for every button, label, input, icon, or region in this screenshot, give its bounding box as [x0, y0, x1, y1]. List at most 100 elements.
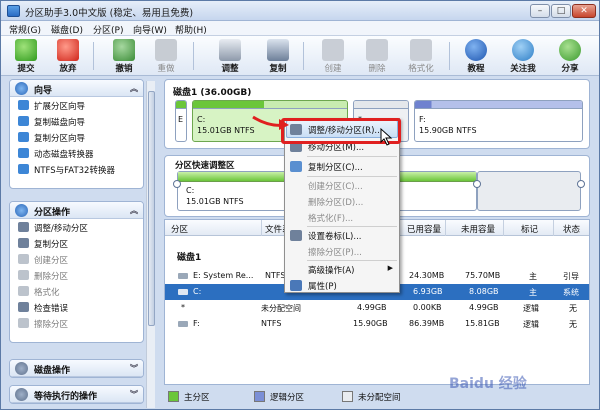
copy-disk-icon [267, 39, 289, 61]
column-divider[interactable] [553, 220, 554, 236]
pending-ops-header[interactable]: 等待执行的操作 ︾ [10, 386, 143, 403]
usage-bar [193, 101, 347, 109]
sidebar-item-ntfs-fat32[interactable]: NTFS与FAT32转换器 [10, 161, 143, 177]
expand-icon[interactable]: ︾ [130, 363, 138, 374]
wizard-item-icon [18, 132, 29, 142]
legend-swatch [168, 391, 179, 402]
label-icon [290, 230, 302, 241]
partition-block-f[interactable]: F: 15.90GB NTFS [414, 100, 583, 142]
menu-item-advanced[interactable]: 高级操作(A) ▶ [285, 261, 399, 278]
partition-ops-header[interactable]: 分区操作 ︽ [10, 202, 143, 219]
wizard-item-icon [18, 116, 29, 126]
copy-button[interactable]: 复制 [259, 38, 297, 74]
partition-block-e[interactable]: E [175, 100, 187, 142]
sidebar-item-copy-partition[interactable]: 复制分区 [10, 235, 143, 251]
check-disk-icon [18, 302, 29, 312]
column-header-flag[interactable]: 标记 [521, 223, 538, 235]
column-header-used[interactable]: 已用容量 [407, 223, 441, 235]
menu-item-copy-partition[interactable]: 复制分区(C)... [285, 158, 399, 175]
column-header-partition[interactable]: 分区 [171, 223, 188, 235]
right-drag-handle[interactable] [473, 180, 481, 188]
wipe-icon [18, 318, 29, 328]
menu-wizard[interactable]: 向导(W) [133, 23, 167, 36]
menu-item-format[interactable]: 格式化(F)... [285, 209, 399, 226]
close-button[interactable]: ✕ [572, 4, 596, 18]
follow-button[interactable]: 关注我 [504, 38, 542, 74]
format-button[interactable]: 格式化 [402, 38, 440, 74]
table-row[interactable]: * 未分配空间 4.99GB 0.00KB 4.99GB 逻辑无 [165, 300, 589, 316]
undo-button[interactable]: 撤销 [105, 38, 143, 74]
wizard-icon [15, 82, 28, 95]
partition-ops-icon [15, 204, 28, 217]
left-drag-handle[interactable] [173, 180, 181, 188]
sidebar-item-format[interactable]: 格式化 [10, 283, 143, 299]
menu-disk[interactable]: 磁盘(D) [51, 23, 83, 36]
menu-help[interactable]: 帮助(H) [175, 23, 207, 36]
sidebar-item-extend-wizard[interactable]: 扩展分区向导 [10, 97, 143, 113]
app-window: 分区助手3.0中文版 (稳定、易用且免费) – □ ✕ 常规(G) 磁盘(D) … [0, 0, 600, 410]
sidebar-item-dynamic-disk[interactable]: 动态磁盘转换器 [10, 145, 143, 161]
column-header-free[interactable]: 未用容量 [461, 223, 495, 235]
sidebar-scrollbar[interactable] [146, 81, 155, 408]
menu-item-create-partition[interactable]: 创建分区(C)... [285, 177, 399, 194]
toolbar-separator [93, 42, 94, 70]
pending-ops-icon [15, 388, 28, 401]
resize-icon [219, 39, 241, 61]
submit-button[interactable]: 提交 [7, 38, 45, 74]
column-header-status[interactable]: 状态 [563, 223, 580, 235]
create-icon [322, 39, 344, 61]
table-row[interactable]: F: NTFS 15.90GB 86.39MB 15.81GB 逻辑无 [165, 316, 589, 332]
share-icon [559, 39, 581, 61]
disk-ops-header[interactable]: 磁盘操作 ︾ [10, 360, 143, 377]
menu-partition[interactable]: 分区(P) [93, 23, 123, 36]
collapse-icon[interactable]: ︽ [130, 205, 138, 216]
legend-unallocated: 未分配空间 [342, 391, 401, 403]
drive-icon [178, 289, 188, 295]
resize-button[interactable]: 调整 [211, 38, 249, 74]
collapse-icon[interactable]: ︽ [130, 83, 138, 94]
menu-item-delete-partition[interactable]: 删除分区(D)... [285, 193, 399, 210]
delete-button[interactable]: 删除 [358, 38, 396, 74]
menu-item-set-label[interactable]: 设置卷标(L)... [285, 227, 399, 244]
sidebar-item-check-errors[interactable]: 检查错误 [10, 299, 143, 315]
drive-icon [178, 321, 188, 327]
scrollbar-thumb[interactable] [148, 91, 155, 326]
column-divider[interactable] [445, 220, 446, 236]
copy-icon [18, 238, 29, 248]
app-icon [7, 5, 20, 17]
expand-icon[interactable]: ︾ [130, 389, 138, 400]
wizard-panel-header[interactable]: 向导 ︽ [10, 80, 143, 97]
share-button[interactable]: 分享 [551, 38, 589, 74]
column-divider[interactable] [261, 220, 262, 236]
menu-item-wipe-partition[interactable]: 擦除分区(P)... [285, 243, 399, 260]
redo-button[interactable]: 重做 [147, 38, 185, 74]
maximize-button[interactable]: □ [551, 4, 571, 18]
end-drag-handle[interactable] [577, 180, 585, 188]
sidebar-item-copy-partition-wizard[interactable]: 复制分区向导 [10, 129, 143, 145]
annotation-arrow-icon [252, 115, 289, 130]
follow-icon [512, 39, 534, 61]
discard-button[interactable]: 放弃 [49, 38, 87, 74]
create-icon [18, 254, 29, 264]
resize-icon [18, 222, 29, 232]
tutorial-button[interactable]: 教程 [457, 38, 495, 74]
toolbar-separator [303, 42, 304, 70]
legend-swatch [342, 391, 353, 402]
legend-primary: 主分区 [168, 391, 210, 403]
disk-group-label: 磁盘1 [177, 253, 202, 263]
sidebar-item-copy-disk-wizard[interactable]: 复制磁盘向导 [10, 113, 143, 129]
wizard-panel: 向导 ︽ 扩展分区向导 复制磁盘向导 复制分区向导 动态磁盘转换器 NTFS与FA… [9, 79, 144, 189]
create-button[interactable]: 创建 [314, 38, 352, 74]
sidebar-item-delete-partition[interactable]: 删除分区 [10, 267, 143, 283]
mouse-cursor-icon [380, 128, 393, 146]
sidebar-item-resize-partition[interactable]: 调整/移动分区 [10, 219, 143, 235]
sidebar-item-create-partition[interactable]: 创建分区 [10, 251, 143, 267]
menu-item-properties[interactable]: 属性(P) [285, 277, 399, 294]
adjust-unallocated [477, 171, 581, 211]
minimize-button[interactable]: – [530, 4, 550, 18]
quick-adjust-title: 分区快速调整区 [175, 161, 235, 171]
sidebar-item-wipe-partition[interactable]: 擦除分区 [10, 315, 143, 331]
menu-bar: 常规(G) 磁盘(D) 分区(P) 向导(W) 帮助(H) [1, 21, 599, 36]
menu-general[interactable]: 常规(G) [9, 23, 41, 36]
column-divider[interactable] [503, 220, 504, 236]
